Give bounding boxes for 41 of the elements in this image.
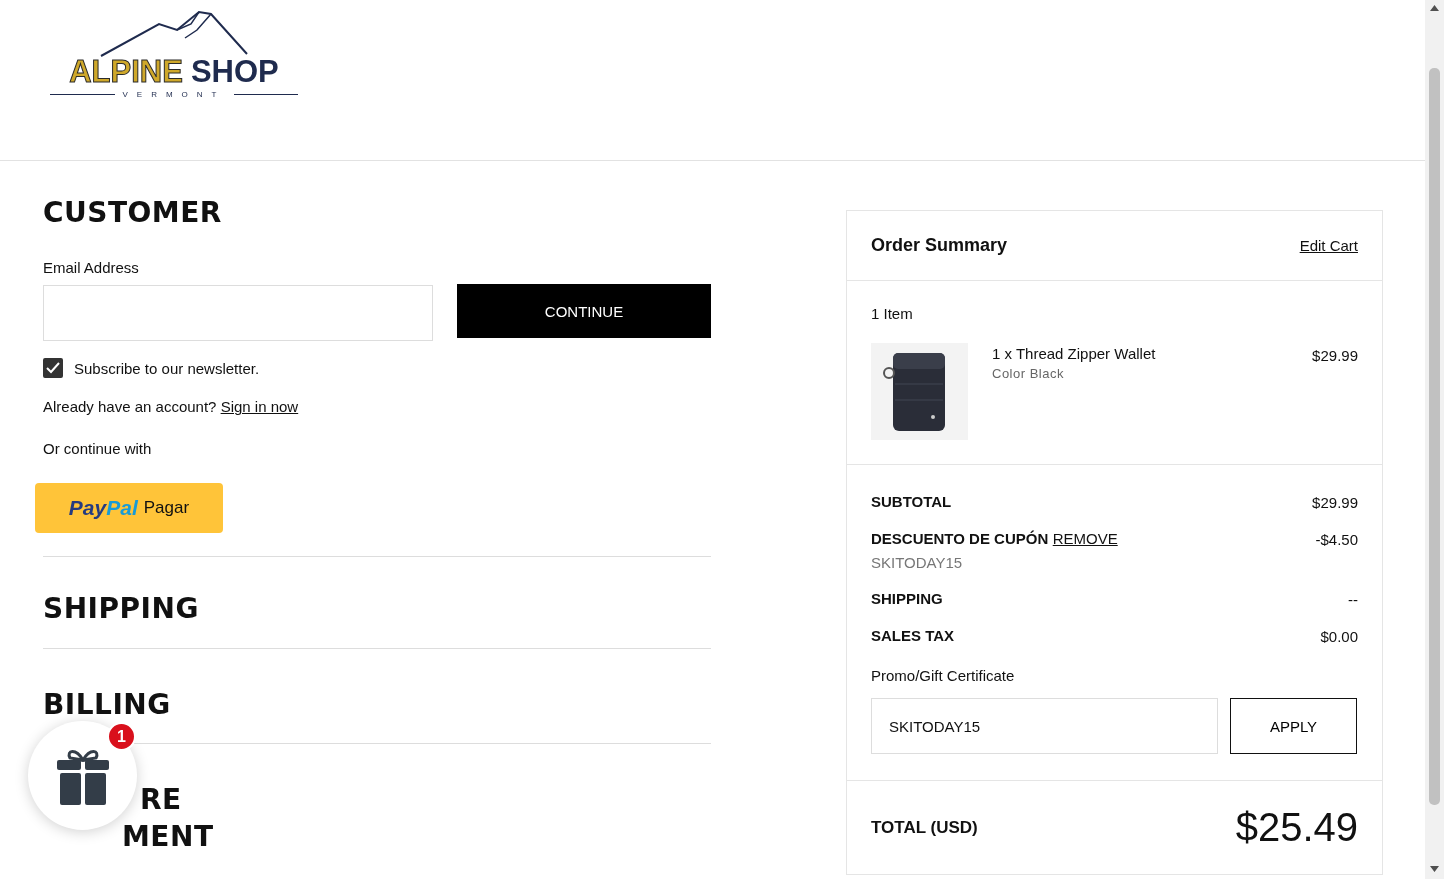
logo-text: SHOP	[190, 54, 279, 90]
field-label: Promo/Gift Certificate	[871, 667, 1016, 684]
total-value: $29.99	[1312, 493, 1358, 511]
logo-tagline: VERMONT	[122, 90, 226, 99]
item-name: 1 x Thread Zipper Wallet	[992, 345, 1157, 362]
account-prompt: Already have an account?	[43, 398, 217, 416]
newsletter-checkbox[interactable]	[43, 358, 63, 379]
apply-button[interactable]: APPLY	[1230, 698, 1357, 754]
scrollbar[interactable]	[1425, 0, 1444, 879]
coupon-code: SKITODAY15	[871, 554, 964, 571]
paypal-button[interactable]: PayPal Pagar	[35, 483, 223, 534]
alt-checkout-label: Or continue with	[43, 440, 153, 458]
item-count: 1 Item	[871, 305, 913, 322]
section-heading: RE	[139, 782, 182, 819]
section-heading: MENT	[121, 818, 214, 855]
remove-link[interactable]: REMOVE	[1052, 530, 1118, 547]
total-value: --	[1348, 590, 1358, 608]
item-option: Color Black	[992, 366, 1289, 381]
continue-button[interactable]: CONTINUE	[457, 284, 711, 339]
section-heading: CUSTOMER	[43, 195, 223, 231]
mountain-icon	[99, 10, 249, 60]
total-label: DESCUENTO DE CUPÓN	[871, 530, 1049, 547]
section-heading: SHIPPING	[43, 591, 200, 628]
notification-badge: 1	[107, 722, 136, 751]
item-price: $29.99	[1312, 346, 1358, 366]
total-label: SALES TAX	[871, 627, 955, 644]
total-value: $0.00	[1320, 627, 1358, 645]
total-value: -$4.50	[1315, 530, 1358, 548]
total-label: SUBTOTAL	[871, 493, 952, 510]
section-heading: BILLING	[43, 686, 172, 723]
total-label: TOTAL (USD)	[871, 817, 978, 838]
promo-field[interactable]: SKITODAY15	[871, 698, 1218, 754]
order-total: $25.49	[1235, 805, 1358, 850]
field-label: Email Address	[43, 259, 140, 277]
total-label: SHIPPING	[871, 590, 943, 607]
summary-title: Order Summary	[871, 235, 1008, 256]
sign-in-link[interactable]: Sign in now	[220, 398, 299, 416]
email-field[interactable]	[43, 285, 433, 342]
logo-text: ALPINE	[69, 54, 183, 90]
checkbox-label: Subscribe to our newsletter.	[74, 359, 260, 377]
edit-cart-link[interactable]: Edit Cart	[1299, 237, 1358, 254]
